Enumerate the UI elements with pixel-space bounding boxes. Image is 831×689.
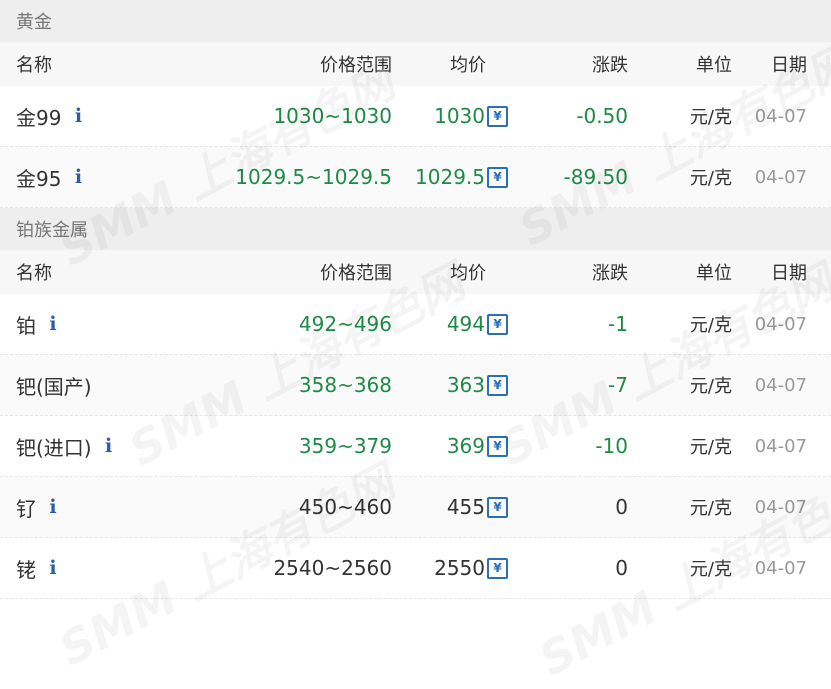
table-row: 铑i 2540~2560 2550 ¥ 0 元/克 04-07: [0, 538, 831, 599]
section-gold: 黄金 名称 价格范围 均价 涨跌 单位 日期 金99 i 1030~1030 10…: [0, 0, 831, 208]
price-range: 492~496: [298, 312, 392, 336]
header-avg: 均价: [450, 263, 486, 284]
product-name[interactable]: 钌: [16, 493, 36, 522]
product-name[interactable]: 铂: [16, 310, 36, 339]
price-range: 359~379: [298, 434, 392, 458]
yuan-icon[interactable]: ¥: [487, 496, 508, 518]
price-range: 358~368: [298, 373, 392, 397]
header-change: 涨跌: [592, 263, 628, 284]
price-change: 0: [615, 556, 628, 580]
yuan-icon[interactable]: ¥: [487, 166, 508, 188]
unit: 元/克: [689, 437, 732, 458]
price-change: -89.50: [563, 165, 628, 189]
unit: 元/克: [689, 376, 732, 397]
price-range: 1029.5~1029.5: [235, 165, 392, 189]
info-icon[interactable]: i: [46, 313, 60, 335]
date: 04-07: [754, 166, 807, 188]
unit: 元/克: [689, 168, 732, 189]
table-row: 铂i 492~496 494 ¥ -1 元/克 04-07: [0, 294, 831, 355]
column-header-row: 名称 价格范围 均价 涨跌 单位 日期: [0, 250, 831, 294]
header-name: 名称: [16, 55, 52, 76]
info-icon[interactable]: i: [46, 557, 60, 579]
price-change: -7: [608, 373, 628, 397]
info-icon[interactable]: i: [102, 435, 116, 457]
price-change: -0.50: [576, 104, 628, 128]
info-icon[interactable]: i: [46, 496, 60, 518]
header-unit: 单位: [696, 263, 732, 284]
header-date: 日期: [771, 263, 807, 284]
info-icon[interactable]: i: [71, 166, 85, 188]
date: 04-07: [754, 435, 807, 457]
date: 04-07: [754, 557, 807, 579]
header-range: 价格范围: [320, 55, 392, 76]
product-name[interactable]: 金95: [16, 163, 61, 192]
header-unit: 单位: [696, 55, 732, 76]
table-row: 钌i 450~460 455 ¥ 0 元/克 04-07: [0, 477, 831, 538]
unit: 元/克: [689, 498, 732, 519]
date: 04-07: [754, 105, 807, 127]
average-price: 363: [446, 373, 485, 397]
yuan-icon[interactable]: ¥: [487, 374, 508, 396]
product-name[interactable]: 铑: [16, 554, 36, 583]
price-change: -1: [608, 312, 628, 336]
header-avg: 均价: [450, 55, 486, 76]
header-date: 日期: [771, 55, 807, 76]
unit: 元/克: [689, 107, 732, 128]
price-range: 1030~1030: [273, 104, 392, 128]
section-platinum-group: 铂族金属 名称 价格范围 均价 涨跌 单位 日期 铂i 492~496 494 ¥…: [0, 208, 831, 599]
product-name[interactable]: 钯(国产): [16, 371, 92, 400]
yuan-icon[interactable]: ¥: [487, 105, 508, 127]
unit: 元/克: [689, 559, 732, 580]
price-range: 450~460: [298, 495, 392, 519]
average-price: 1029.5: [415, 165, 485, 189]
table-row: 钯(国产) 358~368 363 ¥ -7 元/克 04-07: [0, 355, 831, 416]
yuan-icon[interactable]: ¥: [487, 313, 508, 335]
date: 04-07: [754, 496, 807, 518]
unit: 元/克: [689, 315, 732, 336]
product-name[interactable]: 钯(进口): [16, 432, 92, 461]
price-range: 2540~2560: [273, 556, 392, 580]
table-row: 钯(进口) i 359~379 369 ¥ -10 元/克 04-07: [0, 416, 831, 477]
average-price: 455: [446, 495, 485, 519]
average-price: 2550: [434, 556, 485, 580]
header-change: 涨跌: [592, 55, 628, 76]
average-price: 369: [446, 434, 485, 458]
header-range: 价格范围: [320, 263, 392, 284]
average-price: 494: [446, 312, 485, 336]
section-title: 铂族金属: [0, 208, 831, 250]
info-icon[interactable]: i: [71, 105, 85, 127]
table-row: 金99 i 1030~1030 1030 ¥ -0.50 元/克 04-07: [0, 86, 831, 147]
average-price: 1030: [434, 104, 485, 128]
date: 04-07: [754, 374, 807, 396]
product-name[interactable]: 金99: [16, 102, 61, 131]
yuan-icon[interactable]: ¥: [487, 435, 508, 457]
yuan-icon[interactable]: ¥: [487, 557, 508, 579]
header-name: 名称: [16, 263, 52, 284]
price-change: -10: [595, 434, 628, 458]
table-row: 金95 i 1029.5~1029.5 1029.5 ¥ -89.50 元/克 04…: [0, 147, 831, 208]
section-title: 黄金: [0, 0, 831, 42]
date: 04-07: [754, 313, 807, 335]
column-header-row: 名称 价格范围 均价 涨跌 单位 日期: [0, 42, 831, 86]
price-change: 0: [615, 495, 628, 519]
